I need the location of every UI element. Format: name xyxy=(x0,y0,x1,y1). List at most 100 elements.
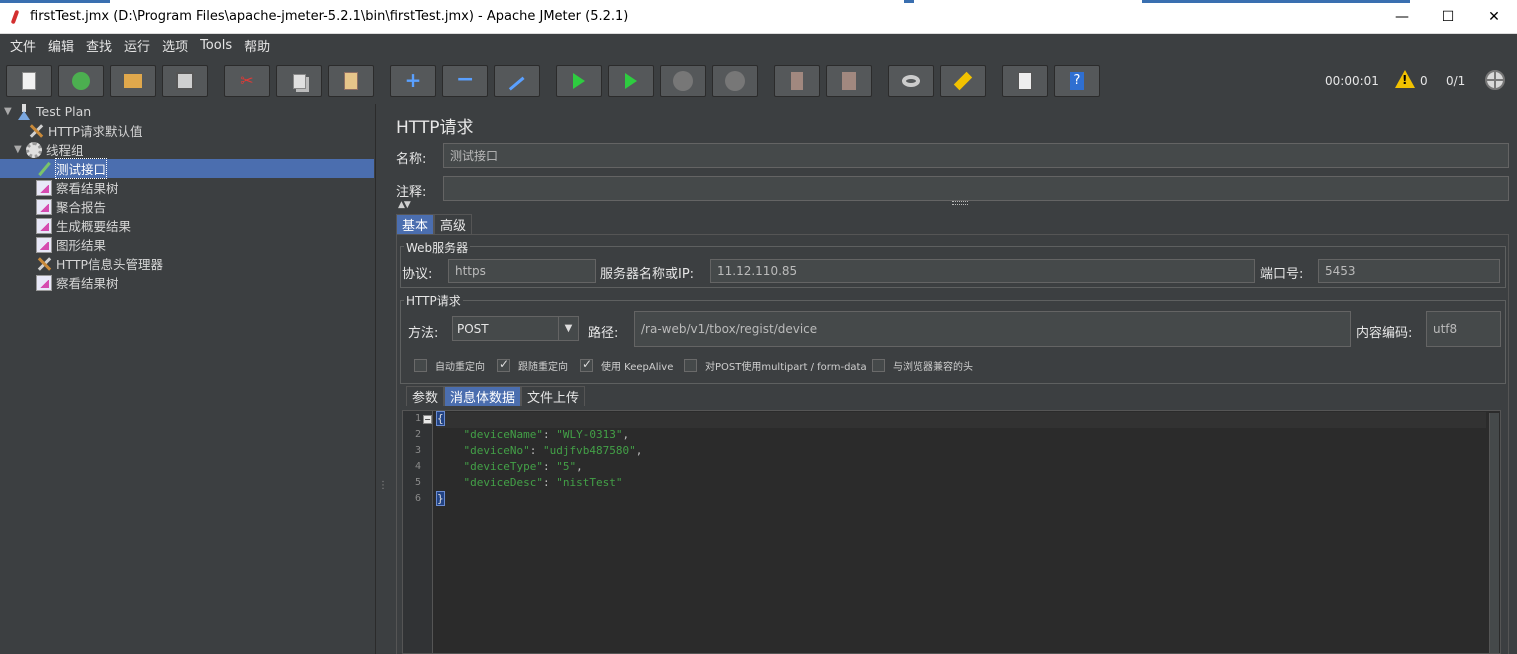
stop-icon xyxy=(673,71,693,91)
checkbox-label: 与浏览器兼容的头 xyxy=(893,362,973,373)
comment-input[interactable] xyxy=(443,176,1509,201)
shutdown-button[interactable] xyxy=(712,65,758,97)
tree-item-test-plan[interactable]: ▼ Test Plan xyxy=(4,102,91,121)
tab-parameters[interactable]: 参数 xyxy=(406,386,445,406)
tree-item-thread-group[interactable]: ▼ 线程组 xyxy=(14,140,84,159)
paste-button[interactable] xyxy=(328,65,374,97)
menu-help[interactable]: 帮助 xyxy=(238,36,276,55)
clear-icon xyxy=(791,72,803,90)
http-request-panel: HTTP请求 名称: 测试接口 注释: ▲▼ 基本 高级 Web服务器 协议: … xyxy=(386,104,1517,654)
server-name-input[interactable]: 11.12.110.85 xyxy=(710,259,1255,283)
templates-icon xyxy=(72,72,90,90)
function-helper-button[interactable] xyxy=(1002,65,1048,97)
help-button[interactable]: ? xyxy=(1054,65,1100,97)
json-colon: : xyxy=(542,476,557,489)
tree-item-test-interface[interactable]: 测试接口 xyxy=(0,158,374,179)
editor-scrollbar[interactable] xyxy=(1489,413,1499,653)
menu-run[interactable]: 运行 xyxy=(118,36,156,55)
expand-arrow-icon[interactable]: ▼ xyxy=(14,144,26,155)
chevron-down-icon[interactable]: ▼ xyxy=(558,317,578,340)
start-no-pauses-button[interactable] xyxy=(608,65,654,97)
test-plan-icon xyxy=(16,103,32,120)
jmeter-window: firstTest.jmx (D:\Program Files\apache-j… xyxy=(0,0,1517,654)
expand-arrow-icon[interactable]: ▼ xyxy=(4,106,16,117)
tree-item-label: 线程组 xyxy=(46,143,84,158)
clear-all-button[interactable] xyxy=(826,65,872,97)
method-selected-value: POST xyxy=(457,321,489,336)
resize-grip-icon[interactable] xyxy=(952,201,968,205)
code-line: "deviceDesc": "nistTest" xyxy=(437,476,623,492)
checkbox-box[interactable] xyxy=(872,359,885,372)
port-input[interactable]: 5453 xyxy=(1318,259,1500,283)
keepalive-checkbox[interactable]: 使用 KeepAlive xyxy=(580,357,673,373)
checkbox-box[interactable] xyxy=(684,359,697,372)
json-value: "WLY-0313" xyxy=(556,428,623,441)
listener-icon xyxy=(36,217,52,234)
collapse-arrows-icon[interactable]: ▲▼ xyxy=(398,200,411,210)
code-line: "deviceType": "5", xyxy=(437,460,583,476)
menu-search[interactable]: 查找 xyxy=(80,36,118,55)
collapse-all-button[interactable]: − xyxy=(442,65,488,97)
tree-item-label: 测试接口 xyxy=(54,158,108,179)
start-no-pause-icon xyxy=(625,73,637,89)
clear-button[interactable] xyxy=(774,65,820,97)
new-button[interactable] xyxy=(6,65,52,97)
tree-item-graph-results[interactable]: 图形结果 xyxy=(36,235,106,254)
protocol-input[interactable]: https xyxy=(448,259,596,283)
checkbox-box[interactable] xyxy=(580,357,593,372)
templates-button[interactable] xyxy=(58,65,104,97)
tab-file-upload[interactable]: 文件上传 xyxy=(521,386,586,406)
multipart-checkbox[interactable]: 对POST使用multipart / form-data xyxy=(684,358,867,373)
auto-redirect-checkbox[interactable]: 自动重定向 xyxy=(414,358,485,373)
copy-button[interactable] xyxy=(276,65,322,97)
tab-body-data[interactable]: 消息体数据 xyxy=(444,386,522,406)
menu-options[interactable]: 选项 xyxy=(156,36,194,55)
reset-search-button[interactable] xyxy=(940,65,986,97)
open-button[interactable] xyxy=(110,65,156,97)
checkbox-label: 自动重定向 xyxy=(435,362,485,373)
line-number: 6 xyxy=(414,493,421,504)
menu-edit[interactable]: 编辑 xyxy=(42,36,80,55)
tree-item-label: 察看结果树 xyxy=(56,276,119,291)
path-label: 路径: xyxy=(588,326,619,341)
browser-compatible-headers-checkbox[interactable]: 与浏览器兼容的头 xyxy=(872,358,973,373)
warning-count: 0 xyxy=(1420,74,1428,88)
tab-basic[interactable]: 基本 xyxy=(396,214,435,234)
remote-engines-icon[interactable] xyxy=(1485,70,1505,90)
minimize-button[interactable]: — xyxy=(1379,0,1425,34)
protocol-label: 协议: xyxy=(402,267,433,282)
search-button[interactable] xyxy=(888,65,934,97)
tree-item-http-defaults[interactable]: HTTP请求默认值 xyxy=(28,121,143,140)
checkbox-box[interactable] xyxy=(497,357,510,372)
tree-item-view-results-tree-2[interactable]: 察看结果树 xyxy=(36,273,119,292)
close-button[interactable]: ✕ xyxy=(1471,0,1517,34)
method-select[interactable]: POST ▼ xyxy=(452,316,579,341)
follow-redirect-checkbox[interactable]: 跟随重定向 xyxy=(497,357,568,373)
cut-button[interactable]: ✂ xyxy=(224,65,270,97)
expand-all-button[interactable]: + xyxy=(390,65,436,97)
method-label: 方法: xyxy=(408,326,439,341)
tree-item-label: 聚合报告 xyxy=(56,200,107,215)
tree-item-summary-results[interactable]: 生成概要结果 xyxy=(36,216,131,235)
name-input[interactable]: 测试接口 xyxy=(443,143,1509,168)
maximize-button[interactable]: ☐ xyxy=(1425,0,1471,34)
tab-advanced[interactable]: 高级 xyxy=(434,214,473,234)
code-line: } xyxy=(436,491,445,508)
start-button[interactable] xyxy=(556,65,602,97)
body-data-editor[interactable]: 1 2 3 4 5 6 − { "deviceName": "WLY-0313"… xyxy=(402,410,1501,654)
tree-item-aggregate-report[interactable]: 聚合报告 xyxy=(36,197,106,216)
save-button[interactable] xyxy=(162,65,208,97)
toggle-button[interactable] xyxy=(494,65,540,97)
tree-item-header-manager[interactable]: HTTP信息头管理器 xyxy=(36,254,163,273)
path-input[interactable]: /ra-web/v1/tbox/regist/device xyxy=(634,311,1351,347)
line-number-gutter: 1 2 3 4 5 6 − xyxy=(403,411,433,653)
stop-button[interactable] xyxy=(660,65,706,97)
menu-tools[interactable]: Tools xyxy=(194,38,238,53)
listener-icon xyxy=(36,179,52,196)
content-encoding-input[interactable]: utf8 xyxy=(1426,311,1501,347)
warning-icon[interactable] xyxy=(1395,70,1415,88)
tree-item-view-results-tree[interactable]: 察看结果树 xyxy=(36,178,119,197)
menu-file[interactable]: 文件 xyxy=(4,36,42,55)
fold-toggle-icon[interactable]: − xyxy=(423,415,432,424)
checkbox-box[interactable] xyxy=(414,359,427,372)
